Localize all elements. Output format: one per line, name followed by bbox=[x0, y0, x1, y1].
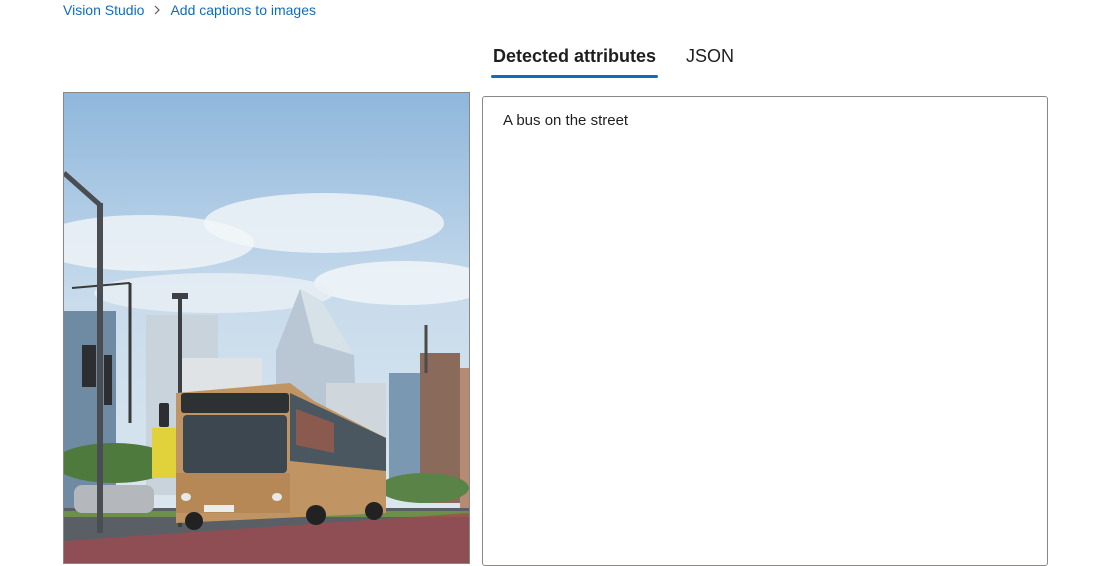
tab-detected-attributes[interactable]: Detected attributes bbox=[491, 40, 659, 78]
breadcrumb-add-captions-link[interactable]: Add captions to images bbox=[170, 2, 316, 18]
breadcrumb: Vision Studio Add captions to images bbox=[63, 0, 316, 20]
caption-result-panel: A bus on the street bbox=[482, 96, 1048, 566]
result-tabs: Detected attributes JSON bbox=[491, 40, 762, 78]
bus-street-photo bbox=[64, 93, 469, 563]
generated-caption-text: A bus on the street bbox=[503, 112, 629, 129]
breadcrumb-vision-studio-link[interactable]: Vision Studio bbox=[63, 2, 144, 18]
chevron-right-icon bbox=[153, 5, 161, 15]
tab-json[interactable]: JSON bbox=[684, 40, 736, 78]
input-image-preview bbox=[63, 92, 470, 564]
